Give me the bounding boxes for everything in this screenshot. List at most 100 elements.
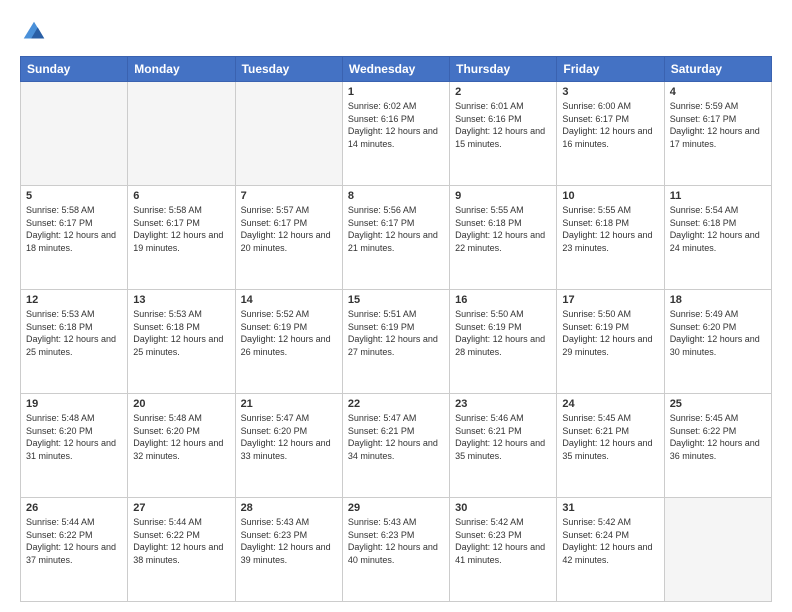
day-info: Sunrise: 5:47 AM Sunset: 6:21 PM Dayligh… bbox=[348, 412, 444, 462]
week-row-1: 1 Sunrise: 6:02 AM Sunset: 6:16 PM Daylig… bbox=[21, 82, 772, 186]
day-cell bbox=[128, 82, 235, 186]
col-header-saturday: Saturday bbox=[664, 57, 771, 82]
day-cell: 30 Sunrise: 5:42 AM Sunset: 6:23 PM Dayli… bbox=[450, 498, 557, 602]
logo-icon bbox=[20, 18, 48, 46]
day-number: 28 bbox=[241, 502, 337, 514]
day-cell: 9 Sunrise: 5:55 AM Sunset: 6:18 PM Daylig… bbox=[450, 186, 557, 290]
day-number: 13 bbox=[133, 294, 229, 306]
day-info: Sunrise: 5:45 AM Sunset: 6:22 PM Dayligh… bbox=[670, 412, 766, 462]
header-row: SundayMondayTuesdayWednesdayThursdayFrid… bbox=[21, 57, 772, 82]
day-info: Sunrise: 5:56 AM Sunset: 6:17 PM Dayligh… bbox=[348, 204, 444, 254]
day-info: Sunrise: 5:58 AM Sunset: 6:17 PM Dayligh… bbox=[26, 204, 122, 254]
day-number: 21 bbox=[241, 398, 337, 410]
day-cell: 10Sunrise: 5:55 AM Sunset: 6:18 PM Dayli… bbox=[557, 186, 664, 290]
day-cell: 24Sunrise: 5:45 AM Sunset: 6:21 PM Dayli… bbox=[557, 394, 664, 498]
day-info: Sunrise: 5:54 AM Sunset: 6:18 PM Dayligh… bbox=[670, 204, 766, 254]
day-cell: 27Sunrise: 5:44 AM Sunset: 6:22 PM Dayli… bbox=[128, 498, 235, 602]
day-info: Sunrise: 5:50 AM Sunset: 6:19 PM Dayligh… bbox=[455, 308, 551, 358]
day-cell: 20 Sunrise: 5:48 AM Sunset: 6:20 PM Dayli… bbox=[128, 394, 235, 498]
day-info: Sunrise: 5:58 AM Sunset: 6:17 PM Dayligh… bbox=[133, 204, 229, 254]
col-header-wednesday: Wednesday bbox=[342, 57, 449, 82]
col-header-friday: Friday bbox=[557, 57, 664, 82]
day-info: Sunrise: 5:43 AM Sunset: 6:23 PM Dayligh… bbox=[241, 516, 337, 566]
day-info: Sunrise: 5:57 AM Sunset: 6:17 PM Dayligh… bbox=[241, 204, 337, 254]
day-info: Sunrise: 5:44 AM Sunset: 6:22 PM Dayligh… bbox=[26, 516, 122, 566]
day-info: Sunrise: 5:42 AM Sunset: 6:23 PM Dayligh… bbox=[455, 516, 551, 566]
day-cell: 19 Sunrise: 5:48 AM Sunset: 6:20 PM Dayli… bbox=[21, 394, 128, 498]
day-number: 4 bbox=[670, 86, 766, 98]
day-cell: 3 Sunrise: 6:00 AM Sunset: 6:17 PM Daylig… bbox=[557, 82, 664, 186]
week-row-5: 26 Sunrise: 5:44 AM Sunset: 6:22 PM Dayli… bbox=[21, 498, 772, 602]
day-cell: 17 Sunrise: 5:50 AM Sunset: 6:19 PM Dayli… bbox=[557, 290, 664, 394]
day-number: 9 bbox=[455, 190, 551, 202]
day-number: 12 bbox=[26, 294, 122, 306]
day-cell: 4 Sunrise: 5:59 AM Sunset: 6:17 PM Daylig… bbox=[664, 82, 771, 186]
day-cell: 15Sunrise: 5:51 AM Sunset: 6:19 PM Dayli… bbox=[342, 290, 449, 394]
day-number: 1 bbox=[348, 86, 444, 98]
day-cell bbox=[21, 82, 128, 186]
day-cell bbox=[664, 498, 771, 602]
day-info: Sunrise: 6:02 AM Sunset: 6:16 PM Dayligh… bbox=[348, 100, 444, 150]
logo bbox=[20, 18, 52, 46]
day-info: Sunrise: 5:50 AM Sunset: 6:19 PM Dayligh… bbox=[562, 308, 658, 358]
day-info: Sunrise: 5:52 AM Sunset: 6:19 PM Dayligh… bbox=[241, 308, 337, 358]
col-header-sunday: Sunday bbox=[21, 57, 128, 82]
day-cell: 29 Sunrise: 5:43 AM Sunset: 6:23 PM Dayli… bbox=[342, 498, 449, 602]
day-info: Sunrise: 5:59 AM Sunset: 6:17 PM Dayligh… bbox=[670, 100, 766, 150]
day-info: Sunrise: 5:43 AM Sunset: 6:23 PM Dayligh… bbox=[348, 516, 444, 566]
day-number: 20 bbox=[133, 398, 229, 410]
day-cell: 18 Sunrise: 5:49 AM Sunset: 6:20 PM Dayli… bbox=[664, 290, 771, 394]
day-number: 2 bbox=[455, 86, 551, 98]
day-cell: 28 Sunrise: 5:43 AM Sunset: 6:23 PM Dayli… bbox=[235, 498, 342, 602]
day-cell: 1 Sunrise: 6:02 AM Sunset: 6:16 PM Daylig… bbox=[342, 82, 449, 186]
day-info: Sunrise: 6:00 AM Sunset: 6:17 PM Dayligh… bbox=[562, 100, 658, 150]
day-info: Sunrise: 5:53 AM Sunset: 6:18 PM Dayligh… bbox=[133, 308, 229, 358]
day-number: 17 bbox=[562, 294, 658, 306]
day-cell: 7 Sunrise: 5:57 AM Sunset: 6:17 PM Daylig… bbox=[235, 186, 342, 290]
day-number: 16 bbox=[455, 294, 551, 306]
day-cell: 16 Sunrise: 5:50 AM Sunset: 6:19 PM Dayli… bbox=[450, 290, 557, 394]
day-info: Sunrise: 5:47 AM Sunset: 6:20 PM Dayligh… bbox=[241, 412, 337, 462]
day-number: 7 bbox=[241, 190, 337, 202]
header bbox=[20, 18, 772, 46]
day-cell: 6 Sunrise: 5:58 AM Sunset: 6:17 PM Daylig… bbox=[128, 186, 235, 290]
day-cell: 14 Sunrise: 5:52 AM Sunset: 6:19 PM Dayli… bbox=[235, 290, 342, 394]
day-cell: 5 Sunrise: 5:58 AM Sunset: 6:17 PM Daylig… bbox=[21, 186, 128, 290]
day-cell: 23Sunrise: 5:46 AM Sunset: 6:21 PM Dayli… bbox=[450, 394, 557, 498]
day-number: 22 bbox=[348, 398, 444, 410]
day-cell: 11 Sunrise: 5:54 AM Sunset: 6:18 PM Dayli… bbox=[664, 186, 771, 290]
day-cell: 21 Sunrise: 5:47 AM Sunset: 6:20 PM Dayli… bbox=[235, 394, 342, 498]
col-header-tuesday: Tuesday bbox=[235, 57, 342, 82]
day-cell bbox=[235, 82, 342, 186]
week-row-3: 12 Sunrise: 5:53 AM Sunset: 6:18 PM Dayli… bbox=[21, 290, 772, 394]
day-cell: 13 Sunrise: 5:53 AM Sunset: 6:18 PM Dayli… bbox=[128, 290, 235, 394]
day-number: 6 bbox=[133, 190, 229, 202]
day-number: 31 bbox=[562, 502, 658, 514]
day-cell: 22 Sunrise: 5:47 AM Sunset: 6:21 PM Dayli… bbox=[342, 394, 449, 498]
day-info: Sunrise: 5:48 AM Sunset: 6:20 PM Dayligh… bbox=[133, 412, 229, 462]
day-number: 29 bbox=[348, 502, 444, 514]
day-cell: 2 Sunrise: 6:01 AM Sunset: 6:16 PM Daylig… bbox=[450, 82, 557, 186]
day-info: Sunrise: 5:49 AM Sunset: 6:20 PM Dayligh… bbox=[670, 308, 766, 358]
day-number: 15 bbox=[348, 294, 444, 306]
day-number: 10 bbox=[562, 190, 658, 202]
day-number: 18 bbox=[670, 294, 766, 306]
day-number: 5 bbox=[26, 190, 122, 202]
day-info: Sunrise: 5:55 AM Sunset: 6:18 PM Dayligh… bbox=[455, 204, 551, 254]
day-number: 19 bbox=[26, 398, 122, 410]
day-number: 26 bbox=[26, 502, 122, 514]
day-number: 8 bbox=[348, 190, 444, 202]
day-number: 14 bbox=[241, 294, 337, 306]
day-info: Sunrise: 5:53 AM Sunset: 6:18 PM Dayligh… bbox=[26, 308, 122, 358]
day-number: 3 bbox=[562, 86, 658, 98]
day-number: 30 bbox=[455, 502, 551, 514]
day-number: 11 bbox=[670, 190, 766, 202]
day-number: 25 bbox=[670, 398, 766, 410]
day-cell: 25 Sunrise: 5:45 AM Sunset: 6:22 PM Dayli… bbox=[664, 394, 771, 498]
day-info: Sunrise: 6:01 AM Sunset: 6:16 PM Dayligh… bbox=[455, 100, 551, 150]
col-header-monday: Monday bbox=[128, 57, 235, 82]
day-info: Sunrise: 5:46 AM Sunset: 6:21 PM Dayligh… bbox=[455, 412, 551, 462]
day-cell: 8 Sunrise: 5:56 AM Sunset: 6:17 PM Daylig… bbox=[342, 186, 449, 290]
day-cell: 31Sunrise: 5:42 AM Sunset: 6:24 PM Dayli… bbox=[557, 498, 664, 602]
day-info: Sunrise: 5:48 AM Sunset: 6:20 PM Dayligh… bbox=[26, 412, 122, 462]
